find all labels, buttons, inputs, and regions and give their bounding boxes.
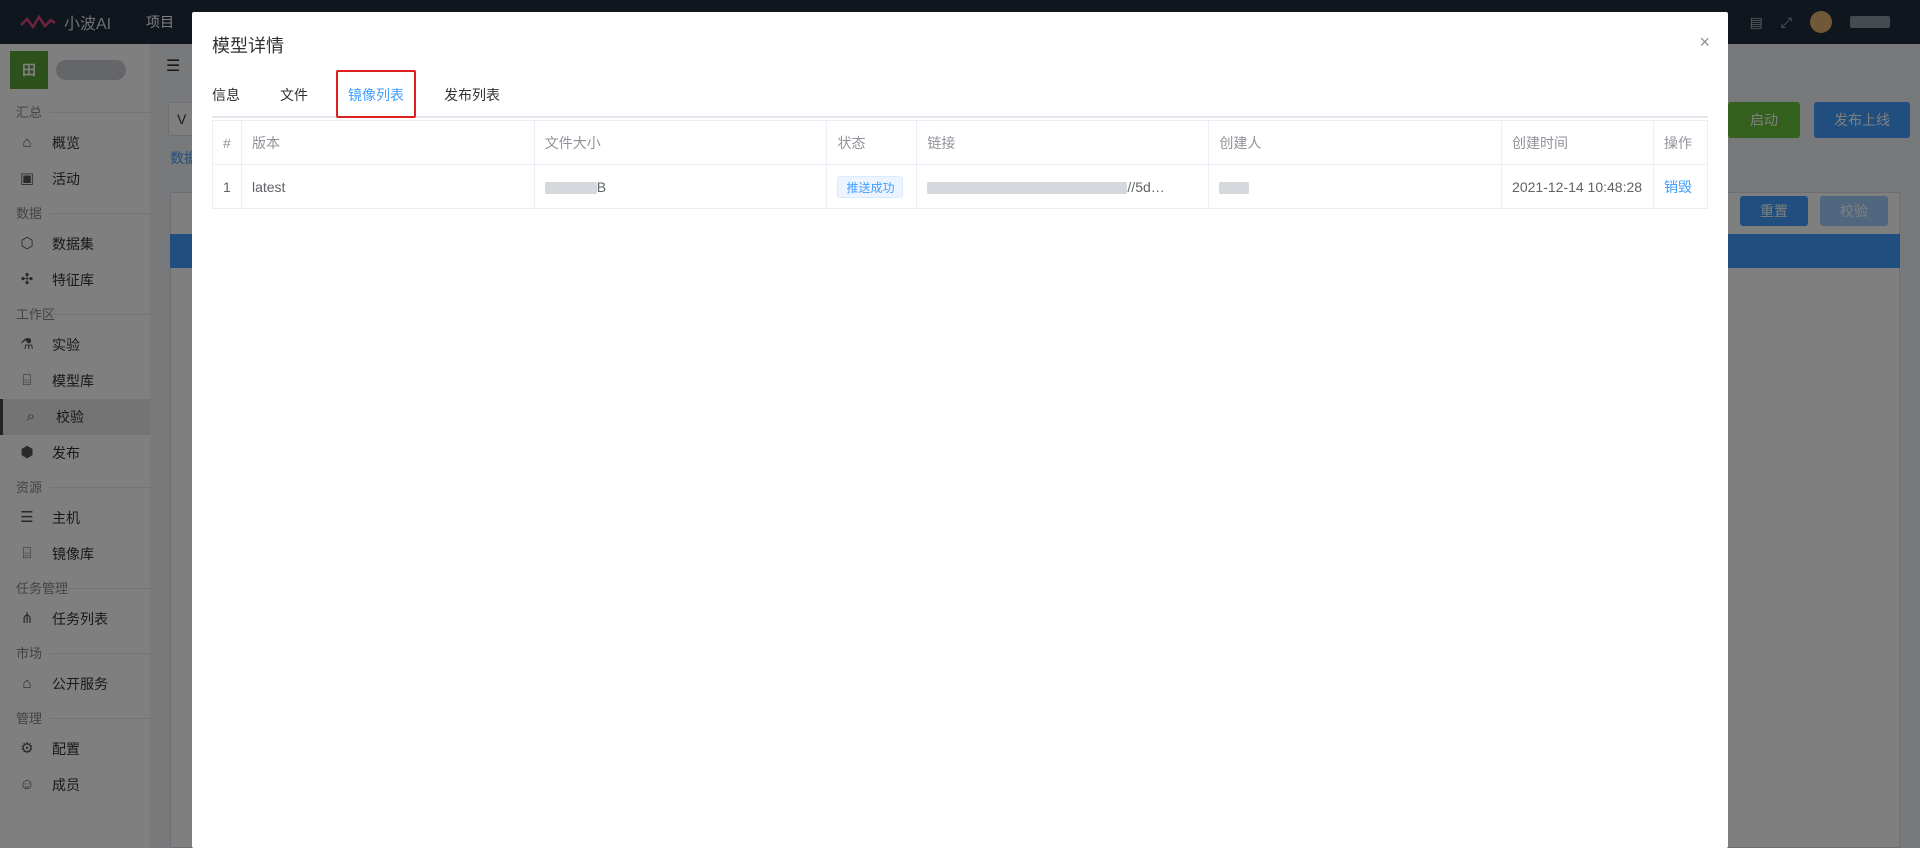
column-header-link: 链接 <box>916 120 1210 165</box>
row-action: 销毁 <box>1653 164 1709 209</box>
row-created-at: 2021-12-14 10:48:28 <box>1501 164 1654 209</box>
column-header-file-size: 文件大小 <box>534 120 828 165</box>
dialog-tabs: 信息 文件 镜像列表 发布列表 <box>212 74 1708 118</box>
close-icon[interactable]: × <box>1699 32 1710 53</box>
column-header-index: # <box>212 120 242 165</box>
file-size-unit: B <box>596 178 607 195</box>
redacted-link <box>927 181 1128 194</box>
tab-publish-list[interactable]: 发布列表 <box>444 74 500 116</box>
tab-image-list[interactable]: 镜像列表 <box>348 74 404 118</box>
column-header-creator: 创建人 <box>1208 120 1503 165</box>
column-header-action: 操作 <box>1653 120 1709 165</box>
row-file-size: B <box>534 164 828 209</box>
table-header-row: # 版本 文件大小 状态 链接 创建人 创建时间 操作 <box>212 120 1709 165</box>
link-suffix: //5d… <box>1127 178 1165 195</box>
column-header-created-at: 创建时间 <box>1501 120 1654 165</box>
column-header-version: 版本 <box>241 120 535 165</box>
row-link: //5d… <box>916 164 1210 209</box>
column-header-status: 状态 <box>826 120 918 165</box>
image-list-table: # 版本 文件大小 状态 链接 创建人 创建时间 操作 1 latest B 推… <box>212 120 1709 209</box>
row-creator <box>1208 164 1503 209</box>
row-status: 推送成功 <box>826 164 918 209</box>
dialog-title: 模型详情 <box>212 36 284 56</box>
table-row: 1 latest B 推送成功 //5d… 2021-12-14 10:48:2… <box>212 164 1709 209</box>
status-badge: 推送成功 <box>837 175 904 198</box>
row-index: 1 <box>212 164 242 209</box>
row-version: latest <box>241 164 535 209</box>
destroy-button[interactable]: 销毁 <box>1664 179 1692 195</box>
tab-files[interactable]: 文件 <box>280 74 308 116</box>
redacted-size <box>544 181 597 194</box>
tab-info[interactable]: 信息 <box>212 74 240 116</box>
redacted-creator <box>1219 181 1250 194</box>
model-detail-dialog: 模型详情 × 信息 文件 镜像列表 发布列表 # 版本 文件大小 状态 链接 创… <box>192 12 1728 848</box>
